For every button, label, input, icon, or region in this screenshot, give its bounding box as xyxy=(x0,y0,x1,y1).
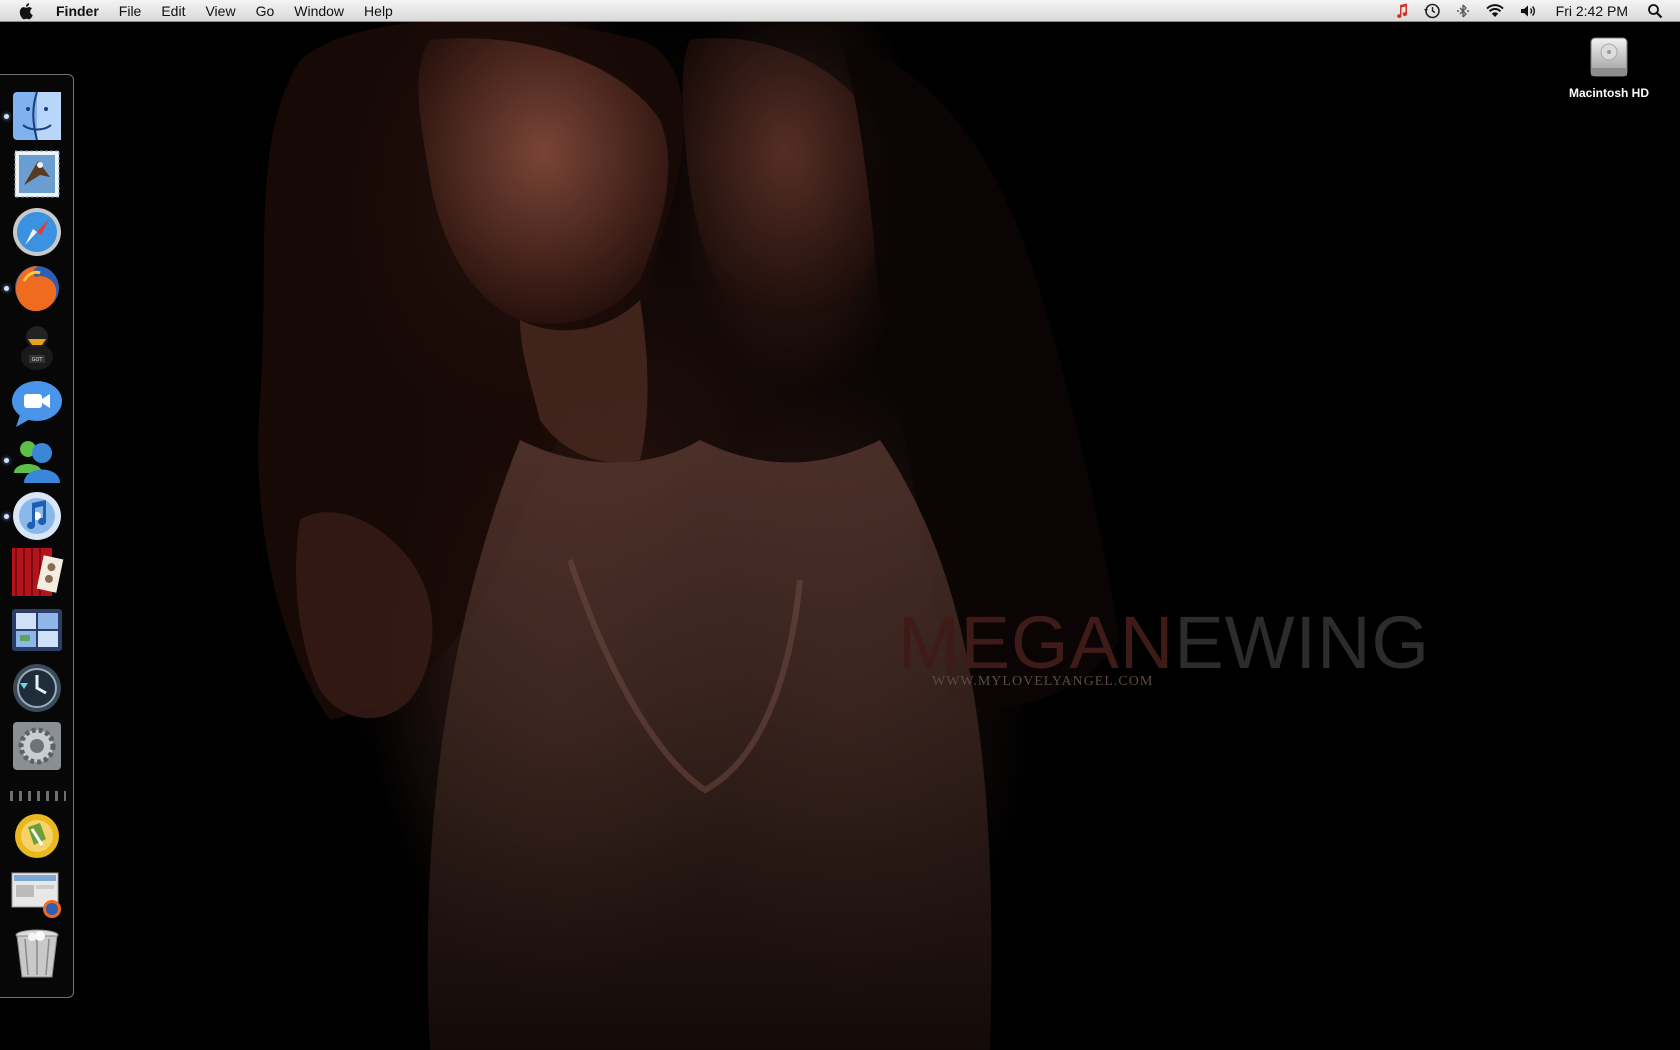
desktop-icon-macintosh-hd[interactable]: Macintosh HD xyxy=(1554,34,1664,100)
menu-clock[interactable]: Fri 2:42 PM xyxy=(1544,3,1640,19)
brand-first-name: MEGAN xyxy=(898,601,1175,684)
menu-go[interactable]: Go xyxy=(246,0,285,22)
wallpaper-brand-text: MEGANEWING xyxy=(898,606,1430,680)
dock-item-itunes[interactable] xyxy=(10,489,64,543)
trash-icon xyxy=(15,929,59,978)
svg-text:GOT: GOT xyxy=(32,357,44,363)
firefox-icon xyxy=(15,266,59,312)
adium-duck-icon: GOT xyxy=(21,326,53,370)
mail-icon xyxy=(14,150,60,198)
desktop-icon-label: Macintosh HD xyxy=(1568,86,1649,100)
dock-item-ichat[interactable] xyxy=(10,377,64,431)
spaces-icon xyxy=(12,609,62,651)
wallpaper-url: WWW.MYLOVELYANGEL.COM xyxy=(932,674,1154,689)
spotlight-search-icon[interactable] xyxy=(1640,0,1670,22)
menu-bar: Finder File Edit View Go Window Help Fri… xyxy=(0,0,1680,22)
dock-running-indicator xyxy=(4,458,9,463)
messenger-icon xyxy=(14,441,60,483)
bluetooth-icon[interactable] xyxy=(1448,0,1478,22)
dock-item-trash[interactable] xyxy=(10,927,64,981)
system-preferences-icon xyxy=(13,722,61,770)
photo-booth-icon xyxy=(12,548,64,596)
dock: GOT xyxy=(0,74,74,998)
music-note-icon[interactable] xyxy=(1388,0,1416,22)
menu-bar-left: Finder File Edit View Go Window Help xyxy=(0,0,403,22)
dock-item-utility-app[interactable] xyxy=(10,809,64,863)
time-machine-icon xyxy=(13,664,61,712)
menu-help[interactable]: Help xyxy=(354,0,403,22)
dock-item-downloads-stack[interactable] xyxy=(10,867,64,921)
menu-window[interactable]: Window xyxy=(284,0,354,22)
dock-item-mail[interactable] xyxy=(10,147,64,201)
apple-icon[interactable] xyxy=(16,0,38,22)
dock-separator[interactable] xyxy=(10,791,66,801)
finder-icon xyxy=(13,91,61,141)
dock-running-indicator xyxy=(4,114,9,119)
dock-running-indicator xyxy=(4,514,9,519)
safari-icon xyxy=(13,208,61,256)
menu-finder[interactable]: Finder xyxy=(46,0,109,22)
wifi-icon[interactable] xyxy=(1478,0,1512,22)
time-machine-icon[interactable] xyxy=(1416,0,1448,22)
dock-item-time-machine[interactable] xyxy=(10,661,64,715)
menu-edit[interactable]: Edit xyxy=(151,0,195,22)
utility-app-icon xyxy=(15,814,59,858)
dock-item-system-preferences[interactable] xyxy=(10,719,64,773)
menu-bar-right: Fri 2:42 PM xyxy=(1388,0,1680,22)
volume-icon[interactable] xyxy=(1512,0,1544,22)
dock-item-finder[interactable] xyxy=(10,89,64,143)
wallpaper-figure-image xyxy=(258,19,1120,1050)
hard-drive-icon xyxy=(1585,34,1633,82)
ichat-icon xyxy=(12,381,62,427)
dock-item-spaces[interactable] xyxy=(10,603,64,657)
brand-last-name: EWING xyxy=(1174,601,1431,684)
desktop-wallpaper: MEGANEWING WWW.MYLOVELYANGEL.COM xyxy=(0,0,1680,1050)
dock-item-adium[interactable]: GOT xyxy=(10,319,64,373)
dock-item-photo-booth[interactable] xyxy=(10,545,64,599)
downloads-stack-icon xyxy=(11,872,61,918)
dock-item-safari[interactable] xyxy=(10,205,64,259)
menu-file[interactable]: File xyxy=(109,0,152,22)
dock-running-indicator xyxy=(4,286,9,291)
dock-item-messenger[interactable] xyxy=(10,433,64,487)
dock-item-firefox[interactable] xyxy=(10,261,64,315)
itunes-icon xyxy=(13,492,61,540)
menu-view[interactable]: View xyxy=(195,0,245,22)
